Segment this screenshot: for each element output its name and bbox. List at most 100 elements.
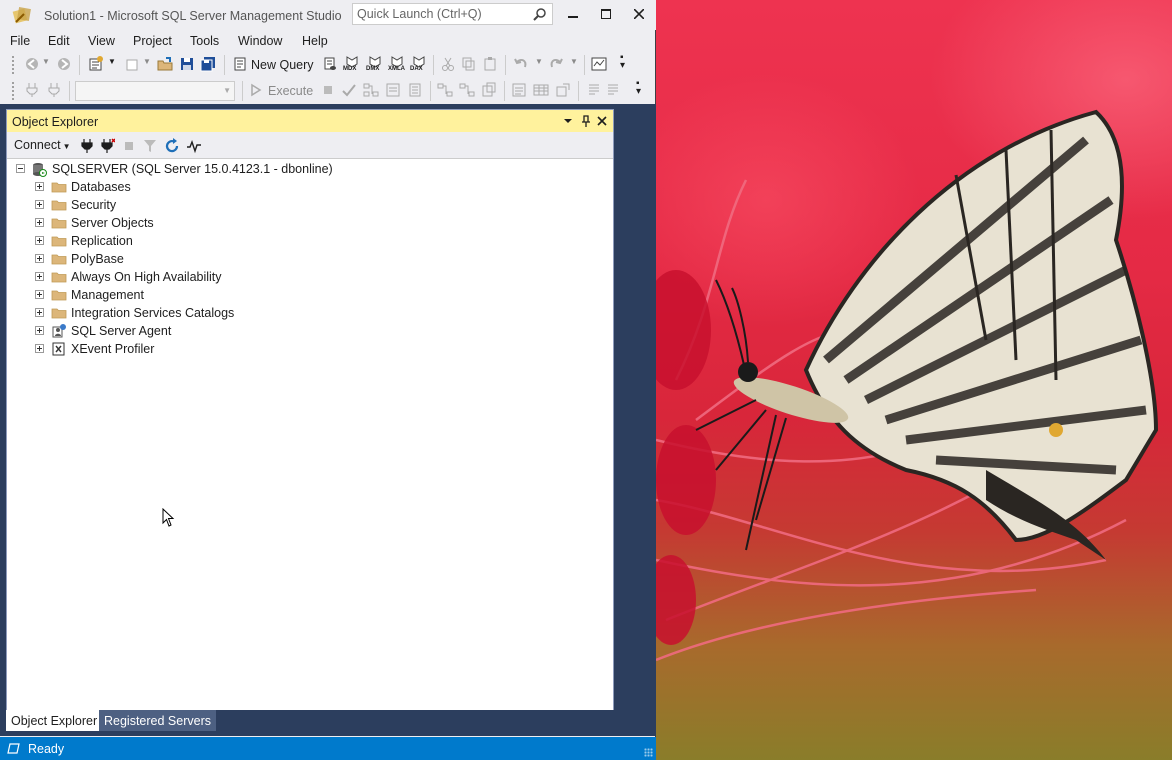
expand-toggle[interactable] xyxy=(35,326,44,335)
live-stats-icon[interactable] xyxy=(459,82,475,98)
close-panel-button[interactable] xyxy=(595,113,609,129)
tree-node-databases[interactable]: Databases xyxy=(7,178,613,196)
display-plan-icon[interactable] xyxy=(363,82,379,98)
server-icon xyxy=(33,163,47,177)
new-project-icon[interactable] xyxy=(88,56,104,72)
menu-tools[interactable]: Tools xyxy=(190,34,219,48)
quick-launch-box[interactable] xyxy=(352,3,553,25)
expand-toggle[interactable] xyxy=(35,290,44,299)
close-button[interactable] xyxy=(622,0,656,28)
auto-hide-button[interactable] xyxy=(579,113,593,129)
menu-file[interactable]: File xyxy=(10,34,30,48)
available-databases-combo[interactable]: ▼ xyxy=(75,81,235,101)
disconnect-icon[interactable] xyxy=(99,138,115,154)
include-plan-icon[interactable] xyxy=(437,82,453,98)
expand-toggle[interactable] xyxy=(35,344,44,353)
new-query-button[interactable]: New Query xyxy=(251,58,314,72)
open-file-icon[interactable] xyxy=(157,56,173,72)
tree-node-management[interactable]: Management xyxy=(7,286,613,304)
tree-node-server-objects[interactable]: Server Objects xyxy=(7,214,613,232)
quick-launch-input[interactable] xyxy=(353,4,531,24)
tree-server-node[interactable]: SQLSERVER (SQL Server 15.0.4123.1 - dbon… xyxy=(7,160,613,178)
dax-query-icon[interactable]: DAX xyxy=(410,56,428,72)
toolbar-separator xyxy=(578,81,579,101)
add-dropdown-icon[interactable]: ▼ xyxy=(143,57,151,66)
xmla-query-icon[interactable]: XMLA xyxy=(388,56,406,72)
paste-icon[interactable] xyxy=(482,56,498,72)
title-bar[interactable]: Solution1 - Microsoft SQL Server Managem… xyxy=(0,0,656,30)
back-dropdown-icon[interactable]: ▼ xyxy=(42,57,50,66)
menu-view[interactable]: View xyxy=(88,34,115,48)
tab-registered-servers[interactable]: Registered Servers xyxy=(99,710,216,731)
expand-toggle[interactable] xyxy=(35,272,44,281)
cancel-query-icon[interactable] xyxy=(320,82,336,98)
execute-button[interactable]: Execute xyxy=(268,84,313,98)
refresh-icon[interactable] xyxy=(164,138,180,154)
chevron-down-icon: ▼ xyxy=(223,86,231,95)
new-dropdown-icon[interactable]: ▼ xyxy=(108,57,116,66)
execute-icon[interactable] xyxy=(250,82,262,98)
undo-icon[interactable] xyxy=(513,56,529,72)
toolbar-overflow-icon[interactable]: ▪ ▾ xyxy=(620,53,625,71)
collapse-toggle[interactable] xyxy=(16,164,25,173)
cut-icon[interactable] xyxy=(440,56,456,72)
results-to-grid-icon[interactable] xyxy=(533,82,549,98)
connect-icon[interactable] xyxy=(24,82,40,98)
uncomment-lines-icon[interactable] xyxy=(606,82,622,98)
tree-node-xevent-profiler[interactable]: XEvent Profiler xyxy=(7,340,613,358)
menu-help[interactable]: Help xyxy=(302,34,328,48)
object-explorer-header[interactable]: Object Explorer xyxy=(7,110,613,132)
client-stats-icon[interactable] xyxy=(481,82,497,98)
search-icon[interactable] xyxy=(533,7,547,21)
menu-edit[interactable]: Edit xyxy=(48,34,70,48)
copy-icon[interactable] xyxy=(461,56,477,72)
tab-object-explorer[interactable]: Object Explorer xyxy=(6,710,103,731)
menu-window[interactable]: Window xyxy=(238,34,282,48)
parse-icon[interactable] xyxy=(341,82,357,98)
dmx-query-icon[interactable]: DMX xyxy=(366,56,384,72)
database-engine-query-icon[interactable] xyxy=(322,56,338,72)
stop-icon[interactable] xyxy=(121,138,137,154)
new-query-icon[interactable] xyxy=(232,56,248,72)
undo-dropdown-icon[interactable]: ▼ xyxy=(535,57,543,66)
intellisense-icon[interactable] xyxy=(407,82,423,98)
save-icon[interactable] xyxy=(179,56,195,72)
tree-node-sql-server-agent[interactable]: SQL Server Agent xyxy=(7,322,613,340)
tree-node-security[interactable]: Security xyxy=(7,196,613,214)
tree-node-always-on-high-availability[interactable]: Always On High Availability xyxy=(7,268,613,286)
comment-lines-icon[interactable] xyxy=(585,82,601,98)
redo-icon[interactable] xyxy=(548,56,564,72)
filter-icon[interactable] xyxy=(142,138,158,154)
toolbar-grip[interactable] xyxy=(11,81,15,101)
resize-grip[interactable] xyxy=(644,748,653,757)
expand-toggle[interactable] xyxy=(35,254,44,263)
tree-node-integration-services-catalogs[interactable]: Integration Services Catalogs xyxy=(7,304,613,322)
activity-monitor-icon[interactable] xyxy=(186,138,202,154)
tree-node-replication[interactable]: Replication xyxy=(7,232,613,250)
tree-node-polybase[interactable]: PolyBase xyxy=(7,250,613,268)
save-all-icon[interactable] xyxy=(200,56,216,72)
connect-button[interactable]: Connect ▼ xyxy=(14,138,70,152)
redo-dropdown-icon[interactable]: ▼ xyxy=(570,57,578,66)
connect-object-explorer-icon[interactable] xyxy=(79,138,95,154)
forward-icon[interactable] xyxy=(56,56,72,72)
menu-project[interactable]: Project xyxy=(133,34,172,48)
window-position-button[interactable] xyxy=(561,113,575,129)
results-to-text-icon[interactable] xyxy=(511,82,527,98)
expand-toggle[interactable] xyxy=(35,236,44,245)
back-icon[interactable] xyxy=(24,56,40,72)
expand-toggle[interactable] xyxy=(35,200,44,209)
change-connection-icon[interactable] xyxy=(46,82,62,98)
minimize-button[interactable] xyxy=(556,0,590,28)
add-item-icon[interactable] xyxy=(124,56,140,72)
activity-monitor-icon[interactable] xyxy=(591,56,607,72)
toolbar-grip[interactable] xyxy=(11,55,15,75)
query-options-icon[interactable] xyxy=(385,82,401,98)
expand-toggle[interactable] xyxy=(35,218,44,227)
toolbar-overflow-icon[interactable]: ▪ ▾ xyxy=(636,79,641,97)
expand-toggle[interactable] xyxy=(35,308,44,317)
results-to-file-icon[interactable] xyxy=(555,82,571,98)
expand-toggle[interactable] xyxy=(35,182,44,191)
maximize-button[interactable] xyxy=(589,0,623,28)
mdx-query-icon[interactable]: MDX xyxy=(343,56,361,72)
